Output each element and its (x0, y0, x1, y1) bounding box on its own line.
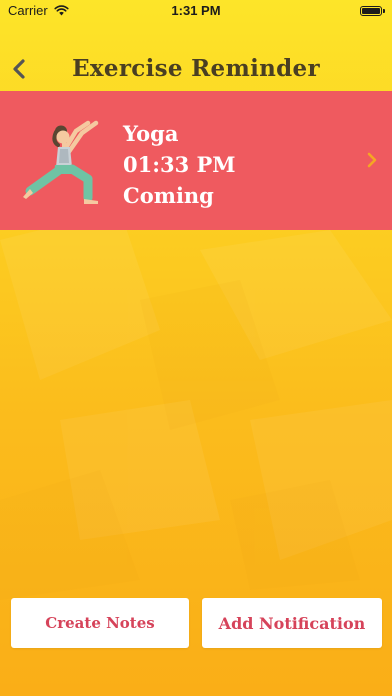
status-bar: Carrier 1:31 PM (0, 0, 392, 24)
add-notification-label: Add Notification (218, 613, 366, 633)
reminder-time: 01:33 PM (123, 152, 236, 177)
battery-icon (360, 6, 385, 16)
create-notes-button[interactable]: Create Notes (11, 598, 189, 648)
nav-bar: Exercise Reminder (0, 44, 392, 94)
add-notification-button[interactable]: Add Notification (202, 598, 382, 648)
reminder-status: Coming (123, 183, 214, 208)
chevron-right-icon (367, 152, 377, 168)
reminder-details: Yoga 01:33 PM Coming (123, 118, 236, 211)
reminder-name: Yoga (123, 121, 179, 146)
create-notes-label: Create Notes (45, 614, 155, 632)
status-time: 1:31 PM (171, 3, 221, 18)
yoga-pose-icon (23, 120, 99, 204)
battery-level (362, 8, 380, 14)
reminder-item[interactable]: Yoga 01:33 PM Coming (0, 91, 392, 230)
page-title: Exercise Reminder (72, 55, 320, 82)
